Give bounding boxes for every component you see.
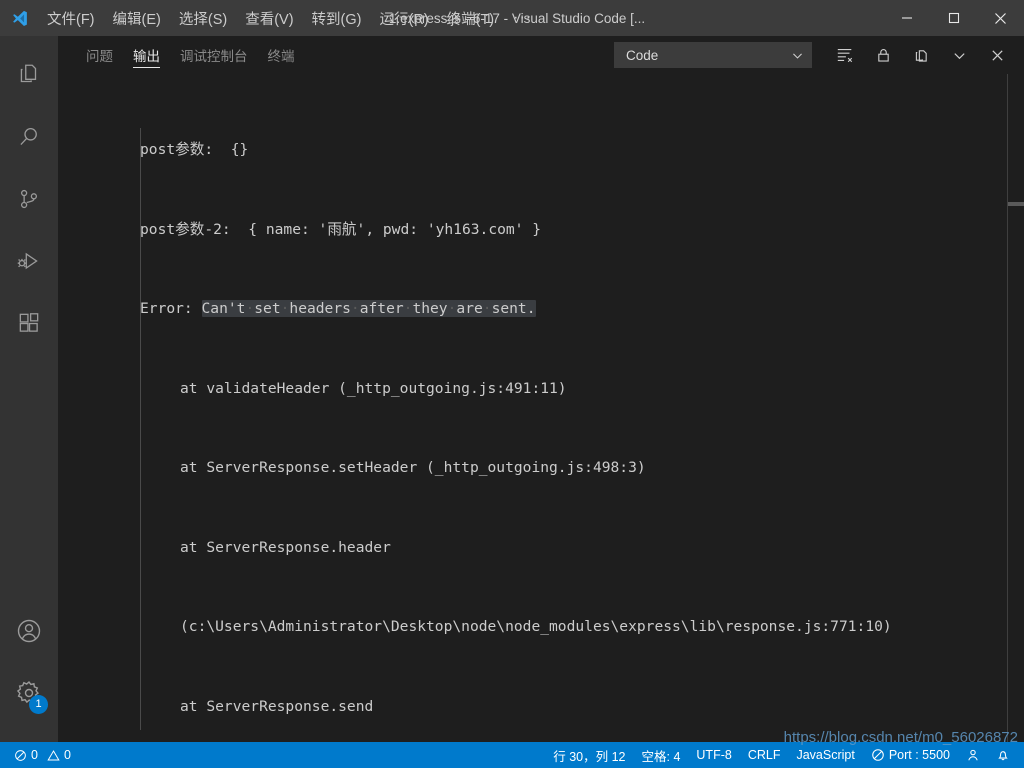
panel-tab-list: 问题 输出 调试控制台 终端 [76,36,305,74]
source-control-icon[interactable] [0,168,58,230]
status-notifications-bell-icon[interactable] [988,744,1018,766]
clear-output-icon[interactable] [830,41,860,69]
no-entry-icon [871,748,885,762]
bottom-panel: 问题 输出 调试控制台 终端 Code post参数: {} post参数-2:… [58,36,1024,742]
whitespace-dot: · [403,300,413,317]
output-line: at ServerResponse.header [180,538,391,556]
explorer-icon[interactable] [0,44,58,106]
chevron-down-icon [791,49,804,62]
settings-gear-icon[interactable]: 1 [0,662,58,724]
status-problems[interactable]: 0 0 [9,744,76,766]
window-controls [883,0,1024,36]
whitespace-dot: · [280,300,290,317]
menu-selection[interactable]: 选择(S) [170,0,236,36]
close-button[interactable] [977,0,1024,36]
status-bar: 0 0 行 30，列 12 空格: 4 UTF-8 CRLF JavaScrip… [0,729,1024,768]
menu-terminal[interactable]: 终端(T) [438,0,504,36]
tab-problems[interactable]: 问题 [76,36,123,74]
scrollbar-marker [1008,202,1024,206]
output-scrollbar[interactable] [1007,74,1008,742]
close-icon[interactable] [982,41,1012,69]
output-channel-value: Code [626,47,659,63]
output-text[interactable]: post参数: {} post参数-2: { name: '雨航', pwd: … [58,74,1007,742]
workbench-body: 1 问题 输出 调试控制台 终端 Code post参数: {} post参数-… [0,36,1024,742]
tab-debug-console[interactable]: 调试控制台 [170,36,258,74]
lock-icon[interactable] [868,41,898,69]
split-editor-icon[interactable] [906,41,936,69]
activity-bar: 1 [0,36,58,742]
whitespace-dot: · [447,300,457,317]
status-live-server[interactable]: Port : 5500 [863,744,958,766]
menu-file[interactable]: 文件(F) [38,0,104,36]
extensions-icon[interactable] [0,292,58,354]
menu-run[interactable]: 运行(R) [370,0,437,36]
menu-bar: 文件(F) 编辑(E) 选择(S) 查看(V) 转到(G) 运行(R) 终端(T… [38,0,542,36]
output-line: at validateHeader (_http_outgoing.js:491… [180,379,567,397]
minimize-button[interactable] [883,0,930,36]
whitespace-dot: · [245,300,255,317]
output-channel-select[interactable]: Code [614,42,812,68]
run-debug-icon[interactable] [0,230,58,292]
warning-count: 0 [63,748,71,762]
panel-header: 问题 输出 调试控制台 终端 Code [58,36,1024,74]
error-count: 0 [31,748,38,762]
vscode-logo-icon [0,9,38,28]
whitespace-dot: · [350,300,360,317]
menu-more[interactable]: ··· [503,0,542,36]
panel-toolbar: Code [614,41,1016,69]
chevron-down-icon[interactable] [944,41,974,69]
output-view[interactable]: post参数: {} post参数-2: { name: '雨航', pwd: … [58,74,1024,742]
selected-error-message: Can't·set·headers·after·they·are·sent. [201,300,536,317]
status-language-mode[interactable]: JavaScript [788,744,862,766]
error-circle-icon [14,749,27,762]
menu-edit[interactable]: 编辑(E) [104,0,170,36]
title-bar: 文件(F) 编辑(E) 选择(S) 查看(V) 转到(G) 运行(R) 终端(T… [0,0,1024,36]
menu-view[interactable]: 查看(V) [236,0,302,36]
warning-triangle-icon [47,749,60,762]
tab-output[interactable]: 输出 [123,36,170,74]
error-prefix: Error: [140,300,202,317]
status-right-group: 行 30，列 12 空格: 4 UTF-8 CRLF JavaScript Po… [545,744,1024,766]
maximize-button[interactable] [930,0,977,36]
output-line: post参数: {} [140,141,249,158]
output-line: post参数-2: { name: '雨航', pwd: 'yh163.com'… [140,220,542,238]
status-account-icon[interactable] [958,744,988,766]
whitespace-dot: · [482,300,492,317]
live-server-port: Port : 5500 [888,748,950,762]
output-line-error: Error: Can't·set·headers·after·they·are·… [58,296,1007,323]
output-line: at ServerResponse.setHeader (_http_outgo… [180,459,646,476]
settings-badge: 1 [29,695,48,714]
search-icon[interactable] [0,106,58,168]
status-cursor-position[interactable]: 行 30，列 12 [545,744,633,766]
output-line: at ServerResponse.send [180,697,374,715]
menu-go[interactable]: 转到(G) [303,0,371,36]
output-line: (c:\Users\Administrator\Desktop\node\nod… [180,618,892,635]
status-eol[interactable]: CRLF [740,744,789,766]
status-encoding[interactable]: UTF-8 [688,744,739,766]
status-indentation[interactable]: 空格: 4 [634,744,689,766]
status-left-group: 0 0 [0,744,76,766]
vscode-window: 文件(F) 编辑(E) 选择(S) 查看(V) 转到(G) 运行(R) 终端(T… [0,0,1024,768]
account-icon[interactable] [0,600,58,662]
tab-terminal[interactable]: 终端 [258,36,305,74]
